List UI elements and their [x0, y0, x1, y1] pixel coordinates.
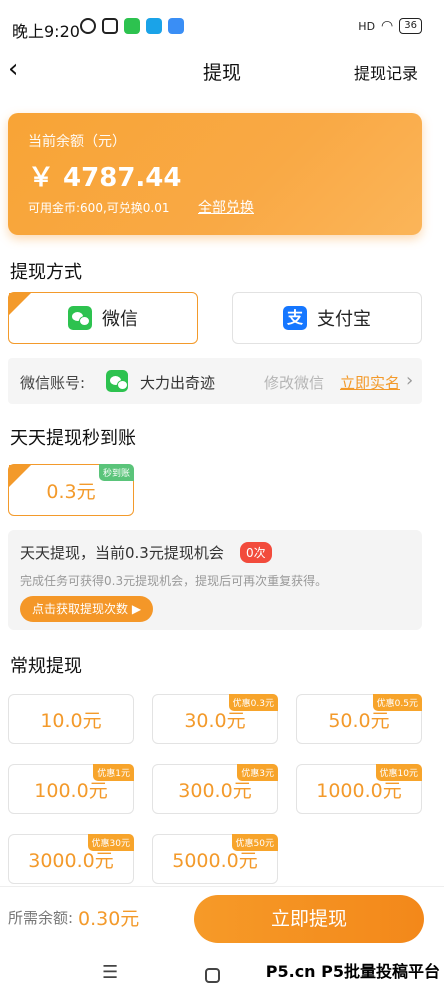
wechat-icon [106, 370, 128, 392]
daily-amount-option[interactable]: ✓ 秒到账 0.3元 [8, 464, 134, 516]
pay-option-alipay[interactable]: 支 支付宝 [232, 292, 422, 344]
menu-icon[interactable]: ☰ [102, 962, 118, 983]
pay-option-wechat[interactable]: ✓ 微信 [8, 292, 198, 344]
discount-badge: 优惠50元 [231, 834, 278, 851]
amount-option[interactable]: 10.0元 [8, 694, 134, 744]
account-name: 大力出奇迹 [140, 374, 216, 392]
pay-option-label: 支付宝 [317, 309, 371, 330]
system-nav-bar: ☰ P5.cn P5批量投稿平台 [0, 950, 444, 990]
account-row: 微信账号: 大力出奇迹 修改微信 立即实名 › [8, 358, 422, 404]
wifi-icon: ◠ [381, 18, 394, 34]
wechat-icon [68, 306, 92, 330]
alipay-icon: 支 [283, 306, 307, 330]
discount-badge: 优惠3元 [237, 764, 278, 781]
verify-now-link[interactable]: 立即实名 [340, 372, 400, 393]
tip-count-badge: 0次 [240, 542, 272, 563]
app-notify-icon [146, 18, 162, 34]
amount-option[interactable]: 优惠50元 5000.0元 [152, 834, 278, 884]
withdraw-record-link[interactable]: 提现记录 [354, 60, 418, 84]
amount-label: 10.0元 [40, 709, 102, 732]
daily-tip-box: 天天提现，当前0.3元提现机会 0次 完成任务可获得0.3元提现机会，提现后可再… [8, 530, 422, 630]
nfc-icon [102, 18, 118, 34]
exchange-all-link[interactable]: 全部兑换 [198, 197, 254, 217]
battery-icon: 36 [399, 18, 422, 34]
amount-option[interactable]: 优惠30元 3000.0元 [8, 834, 134, 884]
balance-amount: ￥ 4787.44 [28, 163, 182, 193]
check-icon: ✓ [11, 486, 20, 497]
amount-option[interactable]: 优惠3元 300.0元 [152, 764, 278, 814]
account-label: 微信账号: [20, 374, 86, 392]
instant-badge: 秒到账 [98, 464, 134, 481]
required-balance-label: 所需余额: [8, 909, 74, 927]
discount-badge: 优惠1元 [93, 764, 134, 781]
check-icon: ✓ [11, 314, 20, 325]
signal-icon: HD [358, 19, 376, 33]
required-balance-value: 0.30元 [78, 908, 140, 930]
discount-badge: 优惠30元 [87, 834, 134, 851]
get-withdraw-chances-button[interactable]: 点击获取提现次数 ▶ [20, 596, 154, 622]
coins-note: 可用金币:600,可兑换0.01 [28, 201, 170, 215]
balance-label: 当前余额（元） [28, 134, 126, 150]
wechat-notify-icon [124, 18, 140, 34]
method-title: 提现方式 [10, 262, 82, 283]
selected-corner: ✓ [9, 465, 31, 497]
discount-badge: 优惠10元 [375, 764, 422, 781]
regular-section: 常规提现 10.0元 优惠0.3元 30.0元 优惠0.5元 50.0元 优惠1… [0, 640, 444, 886]
balance-card: 当前余额（元） ￥ 4787.44 可用金币:600,可兑换0.01 全部兑换 [8, 113, 422, 235]
amount-option[interactable]: 优惠1元 100.0元 [8, 764, 134, 814]
watermark: P5.cn P5批量投稿平台 [265, 962, 440, 981]
alarm-icon [80, 18, 96, 34]
chevron-right-icon[interactable]: › [406, 370, 413, 391]
selected-corner: ✓ [9, 293, 31, 325]
amount-option[interactable]: 优惠10元 1000.0元 [296, 764, 422, 814]
status-notification-icons [80, 18, 184, 34]
pay-option-label: 微信 [102, 309, 138, 330]
tip-title: 天天提现，当前0.3元提现机会 [20, 544, 224, 562]
discount-badge: 优惠0.5元 [372, 694, 422, 711]
amount-option[interactable]: 优惠0.5元 50.0元 [296, 694, 422, 744]
regular-title: 常规提现 [10, 656, 82, 677]
bottom-bar: 所需余额: 0.30元 立即提现 [0, 886, 444, 950]
nav-bar: ‹ 提现 提现记录 [0, 50, 444, 92]
home-square-icon[interactable] [205, 968, 220, 983]
daily-title: 天天提现秒到账 [10, 428, 136, 449]
daily-amount-label: 0.3元 [46, 480, 96, 503]
status-time: 晚上9:20 [12, 22, 80, 41]
tip-description: 完成任务可获得0.3元提现机会，提现后可再次重复获得。 [20, 574, 328, 588]
amount-option[interactable]: 优惠0.3元 30.0元 [152, 694, 278, 744]
edit-wechat-link[interactable]: 修改微信 [264, 372, 324, 393]
discount-badge: 优惠0.3元 [228, 694, 278, 711]
status-bar: 晚上9:20 HD ◠ 36 [0, 0, 444, 50]
cloud-notify-icon [168, 18, 184, 34]
withdraw-now-button[interactable]: 立即提现 [194, 895, 424, 943]
status-system-icons: HD ◠ 36 [358, 18, 422, 34]
